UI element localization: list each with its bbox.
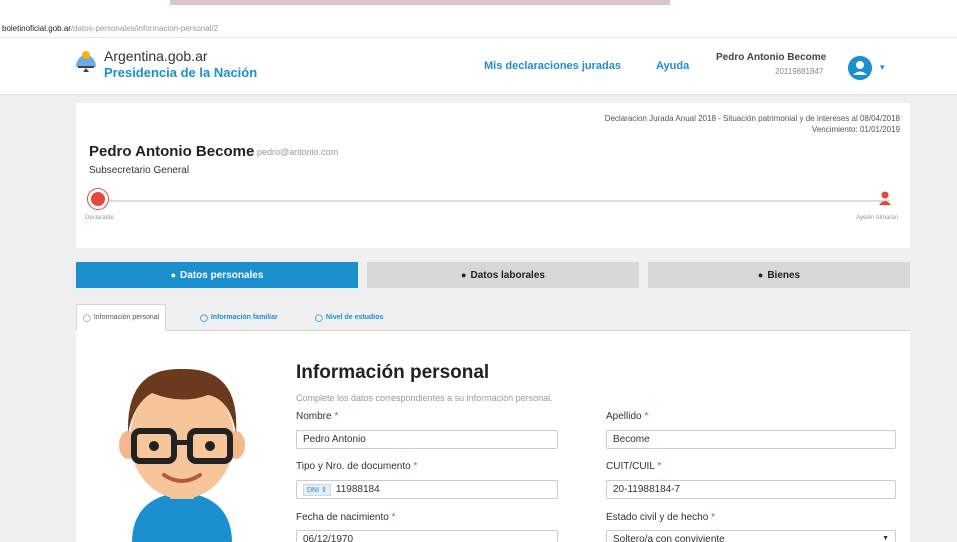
progress-track — [98, 200, 890, 202]
url-path: /datos-personales/informacion-personal/2 — [70, 24, 219, 33]
progress-label-declarante: Declarante — [85, 215, 115, 221]
required-mark: * — [657, 461, 662, 472]
circle-icon: ◯ — [315, 314, 323, 322]
person-role: Subsecretario General — [89, 165, 190, 176]
top-navbar: Argentina.gob.ar Presidencia de la Nació… — [0, 38, 957, 95]
declaration-summary-card: Declaracion Jurada Anual 2018 - Situació… — [76, 103, 910, 248]
apellido-value: Become — [613, 434, 650, 445]
progress-label-end: Ayelén Almarán — [856, 215, 898, 221]
required-mark: * — [711, 512, 715, 523]
fecha-nacimiento-value: 06/12/1970 — [303, 534, 354, 542]
label-text: Estado civil y de hecho — [606, 512, 709, 523]
step-datos-laborales[interactable]: ● Datos laborales — [367, 262, 639, 288]
required-mark: * — [334, 411, 339, 422]
label-text: Tipo y Nro. de documento — [296, 461, 411, 472]
nav-user-id: 20119881847 — [775, 67, 824, 76]
step-label: Datos laborales — [470, 269, 545, 281]
document-type-select[interactable]: DNI ⇕ — [303, 483, 331, 496]
step-datos-personales[interactable]: ● Datos personales — [76, 262, 358, 288]
label-text: Apellido — [606, 411, 642, 422]
label-text: CUIT/CUIL — [606, 461, 655, 472]
url-text[interactable]: boletinoficial.gob.ar/datos-personales/i… — [2, 24, 218, 33]
cuit-field[interactable]: 20-11988184-7 — [606, 480, 896, 499]
section-description: Complete los datos correspondientes a su… — [296, 393, 553, 403]
declaration-due-date: Vencimiento: 01/01/2019 — [811, 125, 900, 134]
label-nombre: Nombre * — [296, 411, 338, 422]
estado-civil-value: Soltero/a con conviviente — [613, 534, 725, 542]
chevron-down-icon: ▼ — [882, 535, 889, 542]
label-cuit: CUIT/CUIL * — [606, 461, 661, 472]
brand-title[interactable]: Argentina.gob.ar — [104, 48, 208, 64]
section-title: Información personal — [296, 362, 490, 383]
argentina-shield-icon[interactable] — [75, 50, 97, 80]
plus-circle-icon: ● — [461, 270, 467, 280]
brand-subtitle[interactable]: Presidencia de la Nación — [104, 65, 257, 80]
step-bienes[interactable]: ● Bienes — [648, 262, 910, 288]
label-fecha-nacimiento: Fecha de nacimiento * — [296, 512, 396, 523]
label-text: Fecha de nacimiento — [296, 512, 389, 523]
user-avatar-icon[interactable] — [848, 56, 872, 80]
person-name: Pedro Antonio Become — [89, 143, 255, 160]
estado-civil-select[interactable]: Soltero/a con conviviente ▼ — [606, 530, 896, 542]
step-label: Bienes — [767, 269, 801, 281]
nombre-field[interactable]: Pedro Antonio — [296, 430, 558, 449]
subtab-label: Información familiar — [210, 314, 278, 321]
nav-link-ayuda[interactable]: Ayuda — [656, 60, 689, 72]
nombre-value: Pedro Antonio — [303, 434, 366, 445]
declaration-title: Declaracion Jurada Anual 2018 - Situació… — [604, 114, 900, 123]
person-email: pedro@antonio.com — [257, 147, 339, 157]
label-documento: Tipo y Nro. de documento * — [296, 461, 417, 472]
person-avatar-illustration — [119, 368, 245, 542]
subtab-bar: ◯ Información personal ◯ Información fam… — [76, 304, 910, 331]
subtab-label: Nivel de estudios — [325, 314, 384, 321]
browser-toolbar-strip — [170, 0, 670, 5]
label-apellido: Apellido * — [606, 411, 648, 422]
progress-end-person-icon — [879, 191, 891, 205]
url-host: boletinoficial.gob.ar — [2, 24, 71, 33]
user-menu-caret-icon[interactable]: ▾ — [880, 62, 885, 73]
fecha-nacimiento-field[interactable]: 06/12/1970 — [296, 530, 558, 542]
required-mark: * — [644, 411, 649, 422]
documento-field[interactable]: DNI ⇕ 11988184 — [296, 480, 558, 499]
nav-user-name: Pedro Antonio Become — [716, 52, 827, 63]
nav-link-mis-declaraciones[interactable]: Mis declaraciones juradas — [484, 60, 621, 72]
circle-icon: ◯ — [200, 314, 208, 322]
label-text: Nombre — [296, 411, 332, 422]
progress-start-marker-icon — [88, 189, 108, 209]
plus-circle-icon: ● — [757, 270, 764, 280]
required-mark: * — [391, 512, 396, 523]
documento-value: 11988184 — [335, 484, 380, 495]
label-estado-civil: Estado civil y de hecho * — [606, 512, 715, 523]
required-mark: * — [413, 461, 418, 472]
subtab-nivel-de-estudios[interactable]: ◯ Nivel de estudios — [309, 304, 389, 331]
subtab-informacion-familiar[interactable]: ◯ Información familiar — [194, 304, 284, 331]
subtab-informacion-personal[interactable]: ◯ Información personal — [76, 304, 167, 331]
apellido-field[interactable]: Become — [606, 430, 896, 449]
browser-url-bar[interactable]: boletinoficial.gob.ar/datos-personales/i… — [0, 0, 957, 38]
form-content-panel: Información personal Complete los datos … — [76, 331, 910, 542]
cuit-value: 20-11988184-7 — [613, 484, 681, 495]
step-label: Datos personales — [180, 269, 264, 281]
subtab-label: Información personal — [93, 314, 160, 321]
circle-icon: ◯ — [83, 314, 91, 322]
check-circle-icon: ● — [170, 270, 177, 280]
